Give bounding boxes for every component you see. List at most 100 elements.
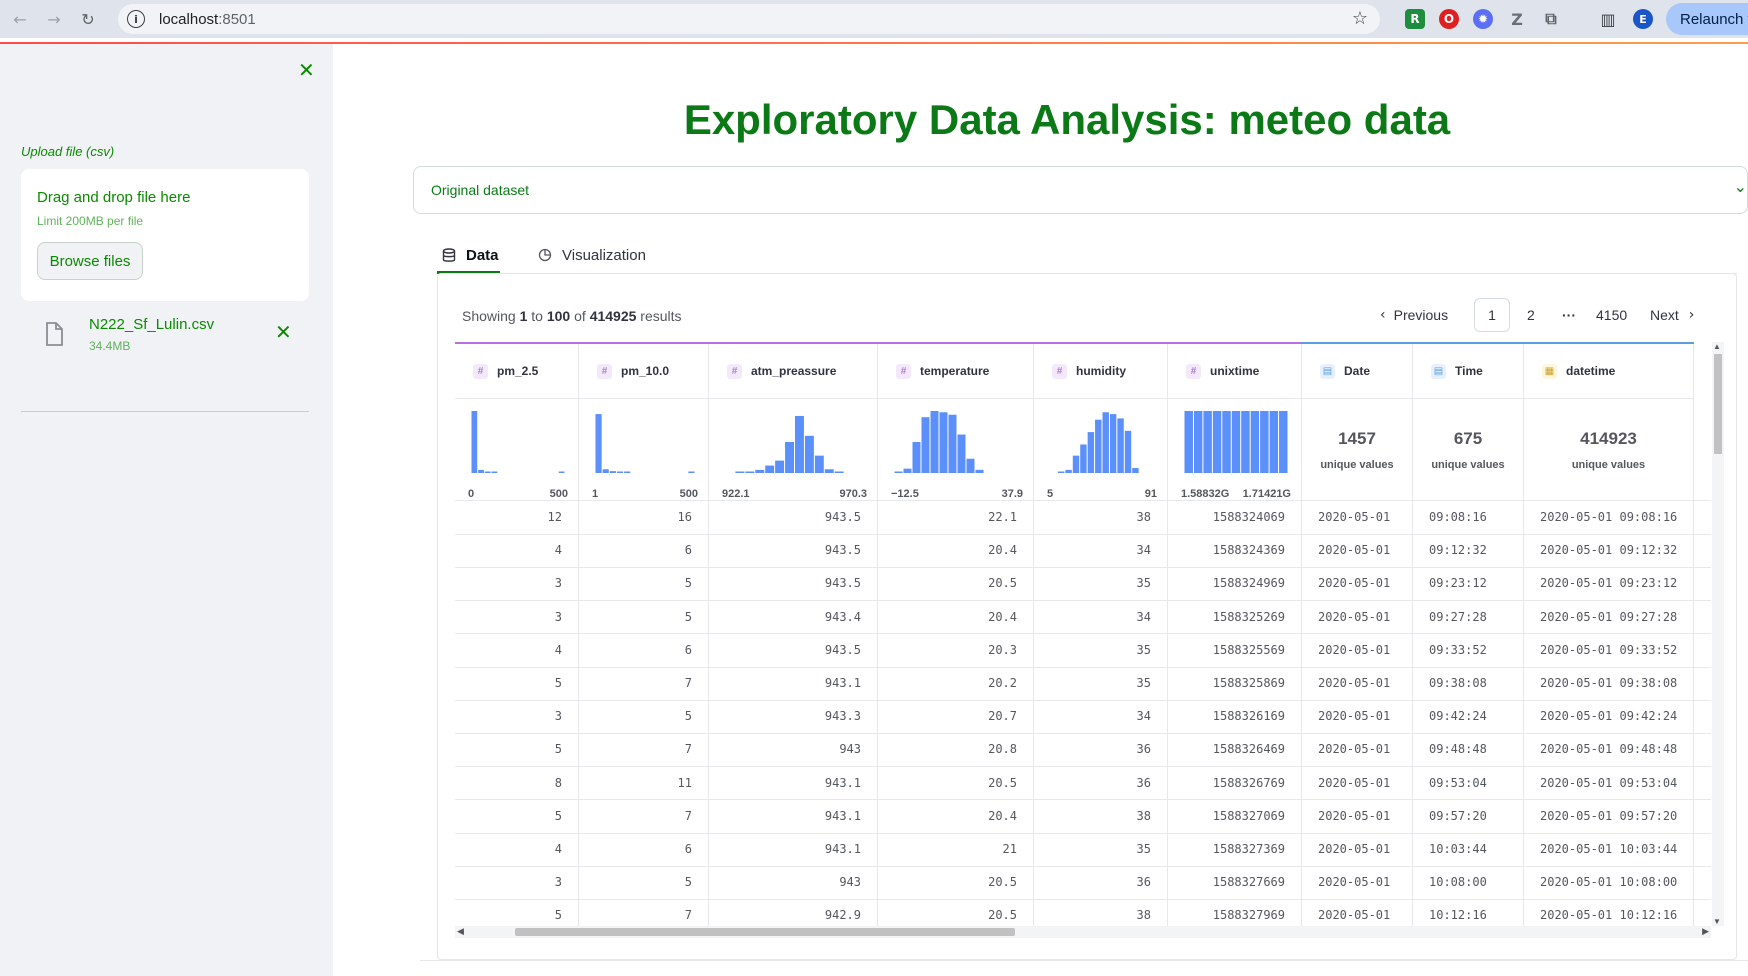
table-cell[interactable]: 2020-05-01	[1302, 766, 1413, 800]
table-cell[interactable]: 09:23:12	[1413, 567, 1524, 601]
table-cell[interactable]: 942.9	[709, 899, 878, 926]
reload-icon[interactable]: ↻	[78, 9, 98, 29]
file-dropzone[interactable]: Drag and drop file here Limit 200MB per …	[21, 169, 309, 301]
table-cell[interactable]: 8	[455, 766, 579, 800]
address-bar[interactable]: i localhost:8501 ☆	[118, 4, 1380, 34]
table-cell[interactable]: 38	[1034, 501, 1168, 534]
table-cell[interactable]: 2020-05-01 10:08:00	[1524, 866, 1694, 900]
table-cell[interactable]: 6	[579, 833, 709, 866]
scroll-left-icon[interactable]: ◀	[457, 926, 464, 937]
profile-avatar-icon[interactable]: E	[1633, 9, 1653, 29]
bookmark-star-icon[interactable]: ☆	[1352, 8, 1368, 29]
column-header-pm_2.5[interactable]: # pm_2.5	[455, 344, 579, 398]
table-cell[interactable]: 2020-05-01 10:03:44	[1524, 833, 1694, 866]
tab-data[interactable]: Data	[441, 236, 499, 274]
table-cell[interactable]: 20.4	[878, 600, 1034, 634]
table-cell[interactable]: 34	[1034, 534, 1168, 568]
table-cell[interactable]: 7	[579, 667, 709, 700]
table-cell[interactable]: 2020-05-01	[1302, 667, 1413, 700]
table-cell[interactable]: 20.5	[878, 567, 1034, 601]
table-cell[interactable]: 10:12:16	[1413, 899, 1524, 926]
table-cell[interactable]: 35	[1034, 633, 1168, 667]
puzzle-extension-icon[interactable]: ⧉	[1541, 9, 1561, 29]
table-cell[interactable]: 943.1	[709, 766, 878, 800]
table-cell[interactable]: 36	[1034, 766, 1168, 800]
table-cell[interactable]: 09:08:16	[1413, 501, 1524, 534]
table-cell[interactable]: 1588327069	[1168, 799, 1302, 833]
table-cell[interactable]: 20.5	[878, 866, 1034, 900]
table-cell[interactable]: 5	[579, 567, 709, 601]
table-cell[interactable]: 2020-05-01	[1302, 799, 1413, 833]
table-cell[interactable]: 1588326469	[1168, 733, 1302, 767]
table-cell[interactable]: 3	[455, 567, 579, 601]
table-cell[interactable]: 2020-05-01 09:57:20	[1524, 799, 1694, 833]
table-cell[interactable]: 1588325269	[1168, 600, 1302, 634]
table-cell[interactable]: 09:33:52	[1413, 633, 1524, 667]
table-cell[interactable]: 38	[1034, 899, 1168, 926]
relaunch-button[interactable]: Relaunch t	[1666, 3, 1748, 35]
page-1-button[interactable]: 1	[1474, 298, 1510, 332]
table-cell[interactable]: 09:38:08	[1413, 667, 1524, 700]
opera-extension-icon[interactable]: O	[1439, 9, 1459, 29]
table-cell[interactable]: 5	[579, 600, 709, 634]
table-cell[interactable]: 1588327669	[1168, 866, 1302, 900]
column-header-atm_preassure[interactable]: # atm_preassure	[709, 344, 878, 398]
page-2-button[interactable]: 2	[1527, 298, 1535, 332]
table-cell[interactable]: 943.5	[709, 501, 878, 534]
table-cell[interactable]: 2020-05-01 09:33:52	[1524, 633, 1694, 667]
table-cell[interactable]: 5	[579, 866, 709, 900]
last-page-button[interactable]: 4150	[1596, 298, 1627, 332]
sidepanel-icon[interactable]: ▥	[1598, 9, 1618, 29]
table-cell[interactable]: 5	[455, 733, 579, 767]
table-cell[interactable]: 1588327969	[1168, 899, 1302, 926]
next-page-button[interactable]: Next ›	[1650, 298, 1694, 332]
table-cell[interactable]: 2020-05-01	[1302, 501, 1413, 534]
table-cell[interactable]: 2020-05-01	[1302, 700, 1413, 734]
column-header-humidity[interactable]: # humidity	[1034, 344, 1168, 398]
table-cell[interactable]: 35	[1034, 567, 1168, 601]
table-cell[interactable]: 4	[455, 833, 579, 866]
table-cell[interactable]: 36	[1034, 733, 1168, 767]
table-cell[interactable]: 2020-05-01 09:23:12	[1524, 567, 1694, 601]
forward-arrow-icon[interactable]: →	[44, 9, 64, 29]
table-cell[interactable]: 1588325569	[1168, 633, 1302, 667]
table-cell[interactable]: 943	[709, 733, 878, 767]
table-cell[interactable]: 20.8	[878, 733, 1034, 767]
table-cell[interactable]: 4	[455, 633, 579, 667]
table-cell[interactable]: 16	[579, 501, 709, 534]
table-cell[interactable]: 09:48:48	[1413, 733, 1524, 767]
table-cell[interactable]: 2020-05-01	[1302, 866, 1413, 900]
table-cell[interactable]: 1588325869	[1168, 667, 1302, 700]
table-cell[interactable]: 943.5	[709, 534, 878, 568]
table-cell[interactable]: 20.4	[878, 534, 1034, 568]
table-cell[interactable]: 10:08:00	[1413, 866, 1524, 900]
original-dataset-expander[interactable]: Original dataset ⌄	[413, 166, 1748, 214]
table-cell[interactable]: 20.4	[878, 799, 1034, 833]
table-cell[interactable]: 10:03:44	[1413, 833, 1524, 866]
vertical-scrollbar[interactable]: ▲ ▼	[1712, 342, 1724, 926]
gear-extension-icon[interactable]: ✹	[1473, 9, 1493, 29]
table-cell[interactable]: 2020-05-01 09:42:24	[1524, 700, 1694, 734]
table-cell[interactable]: 1588324969	[1168, 567, 1302, 601]
scroll-down-icon[interactable]: ▼	[1713, 917, 1721, 926]
table-cell[interactable]: 20.3	[878, 633, 1034, 667]
column-header-temperature[interactable]: # temperature	[878, 344, 1034, 398]
table-cell[interactable]: 3	[455, 866, 579, 900]
table-cell[interactable]: 5	[455, 899, 579, 926]
table-cell[interactable]: 09:12:32	[1413, 534, 1524, 568]
previous-page-button[interactable]: ‹ Previous	[1380, 298, 1448, 332]
table-cell[interactable]: 6	[579, 633, 709, 667]
r-extension-icon[interactable]: R	[1405, 9, 1425, 29]
table-cell[interactable]: 2020-05-01	[1302, 633, 1413, 667]
scroll-up-icon[interactable]: ▲	[1713, 342, 1721, 351]
table-cell[interactable]: 1588326769	[1168, 766, 1302, 800]
table-cell[interactable]: 943	[709, 866, 878, 900]
column-header-unixtime[interactable]: # unixtime	[1168, 344, 1302, 398]
table-cell[interactable]: 1588327369	[1168, 833, 1302, 866]
table-cell[interactable]: 2020-05-01	[1302, 600, 1413, 634]
column-header-pm_10.0[interactable]: # pm_10.0	[579, 344, 709, 398]
data-grid[interactable]: # pm_2.5 0 500 # pm_10.0 1 500 # atm_preassure 922…	[455, 342, 1711, 926]
table-cell[interactable]: 943.1	[709, 799, 878, 833]
table-cell[interactable]: 2020-05-01 09:12:32	[1524, 534, 1694, 568]
table-cell[interactable]: 34	[1034, 600, 1168, 634]
